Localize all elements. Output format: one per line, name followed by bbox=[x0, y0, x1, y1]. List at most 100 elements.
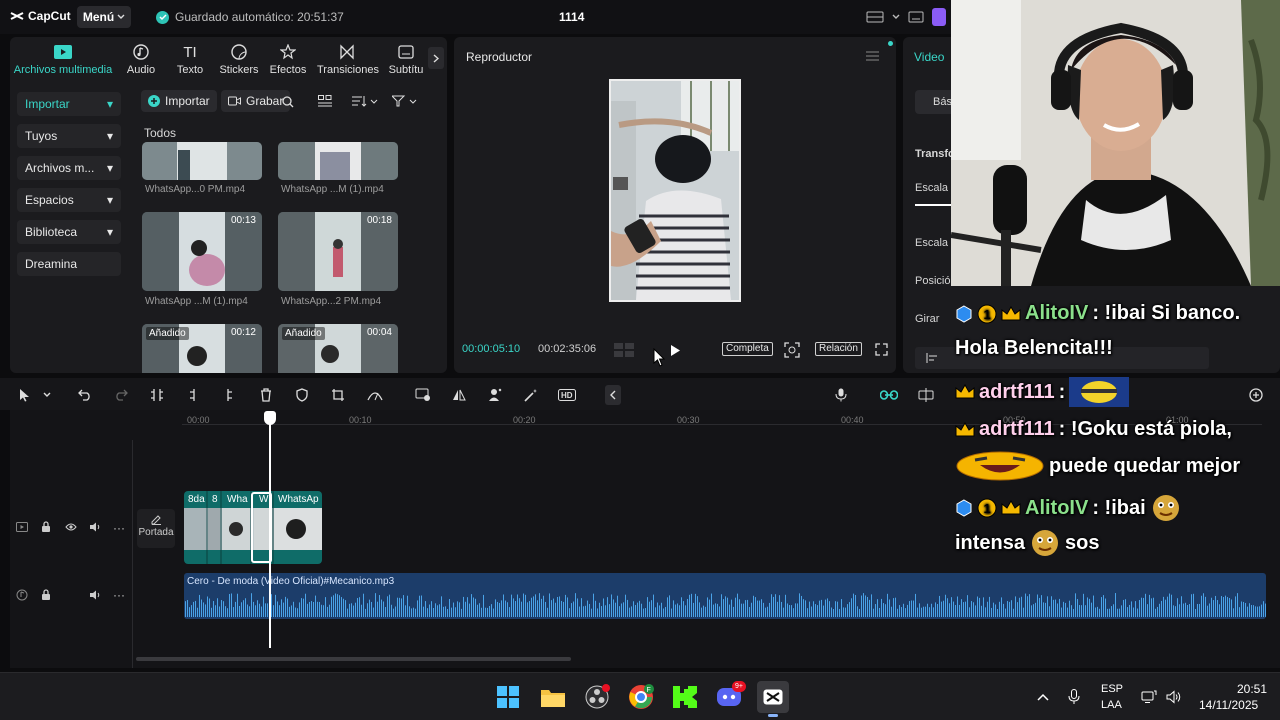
chat-text: : bbox=[1058, 380, 1066, 403]
crop-icon[interactable] bbox=[329, 386, 347, 404]
clock-time[interactable]: 20:51 bbox=[1227, 682, 1267, 696]
media-thumbnail[interactable]: 00:18 bbox=[278, 212, 398, 291]
media-thumbnail[interactable]: 00:13 bbox=[142, 212, 262, 291]
network-icon[interactable] bbox=[1136, 684, 1162, 710]
full-button[interactable]: Completa bbox=[722, 342, 773, 356]
playhead[interactable] bbox=[269, 412, 271, 648]
chrome-icon[interactable]: F bbox=[628, 684, 654, 710]
tab-subtitles[interactable]: Subtítu bbox=[382, 43, 430, 76]
lock-icon[interactable] bbox=[41, 521, 51, 533]
import-button[interactable]: Importar bbox=[141, 90, 217, 112]
more-icon[interactable]: ··· bbox=[113, 588, 125, 602]
sidebar-item-dreamina[interactable]: Dreamina bbox=[17, 252, 121, 276]
mirror-icon[interactable] bbox=[450, 386, 468, 404]
thumbnail-label: WhatsApp ...M (1).mp4 bbox=[145, 296, 248, 307]
cube-icon bbox=[955, 499, 973, 517]
added-badge: Añadido bbox=[282, 327, 325, 340]
select-cursor-icon[interactable] bbox=[16, 386, 34, 404]
chevron-down-icon: ▾ bbox=[106, 129, 113, 143]
magic-wand-icon[interactable] bbox=[522, 386, 540, 404]
filmstrip-icon[interactable] bbox=[614, 343, 636, 357]
tab-media[interactable]: Archivos multimedia bbox=[10, 43, 116, 76]
chevron-down-icon: ▾ bbox=[106, 161, 113, 175]
video-preview[interactable] bbox=[609, 79, 741, 302]
playhead-handle[interactable] bbox=[264, 411, 276, 425]
delete-icon[interactable] bbox=[257, 386, 275, 404]
camera-icon bbox=[228, 96, 241, 106]
search-icon[interactable] bbox=[282, 96, 294, 108]
scale-field-label: Escala bbox=[915, 237, 949, 249]
media-thumbnail[interactable] bbox=[278, 142, 398, 180]
chat-message: adrtf111 : !Goku está piola, bbox=[955, 418, 1232, 441]
ratio-button[interactable]: Relación bbox=[815, 342, 862, 356]
clock-date[interactable]: 14/11/2025 bbox=[1199, 698, 1258, 712]
hd-icon[interactable]: HD bbox=[558, 386, 576, 404]
language-indicator[interactable]: ESP bbox=[1101, 683, 1123, 695]
speaker-icon[interactable] bbox=[1161, 684, 1187, 710]
media-thumbnail[interactable]: Añadido 00:04 bbox=[278, 324, 398, 373]
added-badge: Añadido bbox=[146, 327, 189, 340]
microphone-icon[interactable] bbox=[832, 386, 850, 404]
chevron-down-icon[interactable] bbox=[38, 386, 56, 404]
clip-label: WhatsAp bbox=[278, 494, 319, 505]
duration-badge: 00:13 bbox=[230, 215, 256, 226]
tab-effects[interactable]: Efectos bbox=[258, 43, 318, 76]
layout-icon[interactable] bbox=[866, 11, 884, 23]
split-icon[interactable] bbox=[148, 386, 166, 404]
grid-view-icon[interactable] bbox=[318, 95, 332, 107]
chevron-down-icon[interactable] bbox=[892, 14, 900, 20]
person-cutout-icon[interactable] bbox=[486, 386, 504, 404]
chevron-left-icon[interactable] bbox=[605, 385, 621, 405]
undo-icon[interactable] bbox=[76, 386, 94, 404]
redo-icon[interactable] bbox=[112, 386, 130, 404]
pro-badge-icon[interactable] bbox=[932, 8, 946, 26]
tab-transitions[interactable]: Transiciones bbox=[317, 43, 379, 76]
properties-title[interactable]: Video bbox=[914, 50, 944, 64]
trim-left-icon[interactable] bbox=[185, 386, 203, 404]
fullscreen-icon[interactable] bbox=[875, 343, 888, 356]
sidebar-item-media-files[interactable]: Archivos m... ▾ bbox=[17, 156, 121, 180]
sort-icon[interactable] bbox=[352, 95, 378, 107]
microphone-icon[interactable] bbox=[1061, 684, 1087, 710]
sidebar-item-yours[interactable]: Tuyos ▾ bbox=[17, 124, 121, 148]
chevron-up-icon[interactable] bbox=[1030, 684, 1056, 710]
thumbnail-label: WhatsApp...0 PM.mp4 bbox=[145, 184, 246, 195]
media-thumbnail[interactable] bbox=[142, 142, 262, 180]
link-icon[interactable] bbox=[880, 386, 898, 404]
timeline-scrollbar[interactable] bbox=[136, 657, 571, 661]
chevron-down-icon: ▾ bbox=[106, 193, 113, 207]
windows-start-icon[interactable] bbox=[495, 684, 521, 710]
capcut-taskbar-icon[interactable] bbox=[757, 681, 789, 713]
volume-icon[interactable] bbox=[89, 522, 101, 532]
lock-icon[interactable] bbox=[41, 589, 51, 601]
tabs-scroll-right[interactable] bbox=[428, 47, 444, 69]
filter-icon[interactable] bbox=[392, 95, 418, 107]
play-icon[interactable] bbox=[670, 344, 681, 357]
layout-controls bbox=[866, 8, 946, 26]
keyboard-layout-indicator[interactable]: LAA bbox=[1101, 699, 1122, 711]
cover-button[interactable]: Portada bbox=[137, 509, 175, 548]
more-icon[interactable]: ··· bbox=[113, 521, 125, 535]
speed-curve-icon[interactable] bbox=[366, 386, 384, 404]
sidebar-item-import[interactable]: Importar ▾ bbox=[17, 92, 121, 116]
file-explorer-icon[interactable] bbox=[540, 684, 566, 710]
project-title: 1114 bbox=[559, 10, 585, 24]
media-thumbnail[interactable]: Añadido 00:12 bbox=[142, 324, 262, 373]
record-button[interactable]: Grabar bbox=[221, 90, 291, 112]
chat-text: Hola Belencita!!! bbox=[955, 337, 1113, 359]
trim-right-icon[interactable] bbox=[219, 386, 237, 404]
hamburger-menu-icon[interactable] bbox=[866, 51, 879, 61]
zoom-in-icon[interactable] bbox=[1247, 386, 1265, 404]
volume-icon[interactable] bbox=[89, 590, 101, 600]
sidebar-item-spaces[interactable]: Espacios ▾ bbox=[17, 188, 121, 212]
freeze-frame-icon[interactable] bbox=[414, 386, 432, 404]
keyboard-icon[interactable] bbox=[908, 11, 924, 23]
shield-icon[interactable] bbox=[293, 386, 311, 404]
zoom-fit-icon[interactable] bbox=[784, 342, 800, 358]
eye-icon[interactable] bbox=[65, 523, 77, 531]
preview-axis-icon[interactable] bbox=[917, 386, 935, 404]
sidebar-item-library[interactable]: Biblioteca ▾ bbox=[17, 220, 121, 244]
obs-icon[interactable] bbox=[584, 684, 610, 710]
kick-icon[interactable] bbox=[672, 684, 698, 710]
menu-button[interactable]: Menú bbox=[77, 6, 131, 28]
